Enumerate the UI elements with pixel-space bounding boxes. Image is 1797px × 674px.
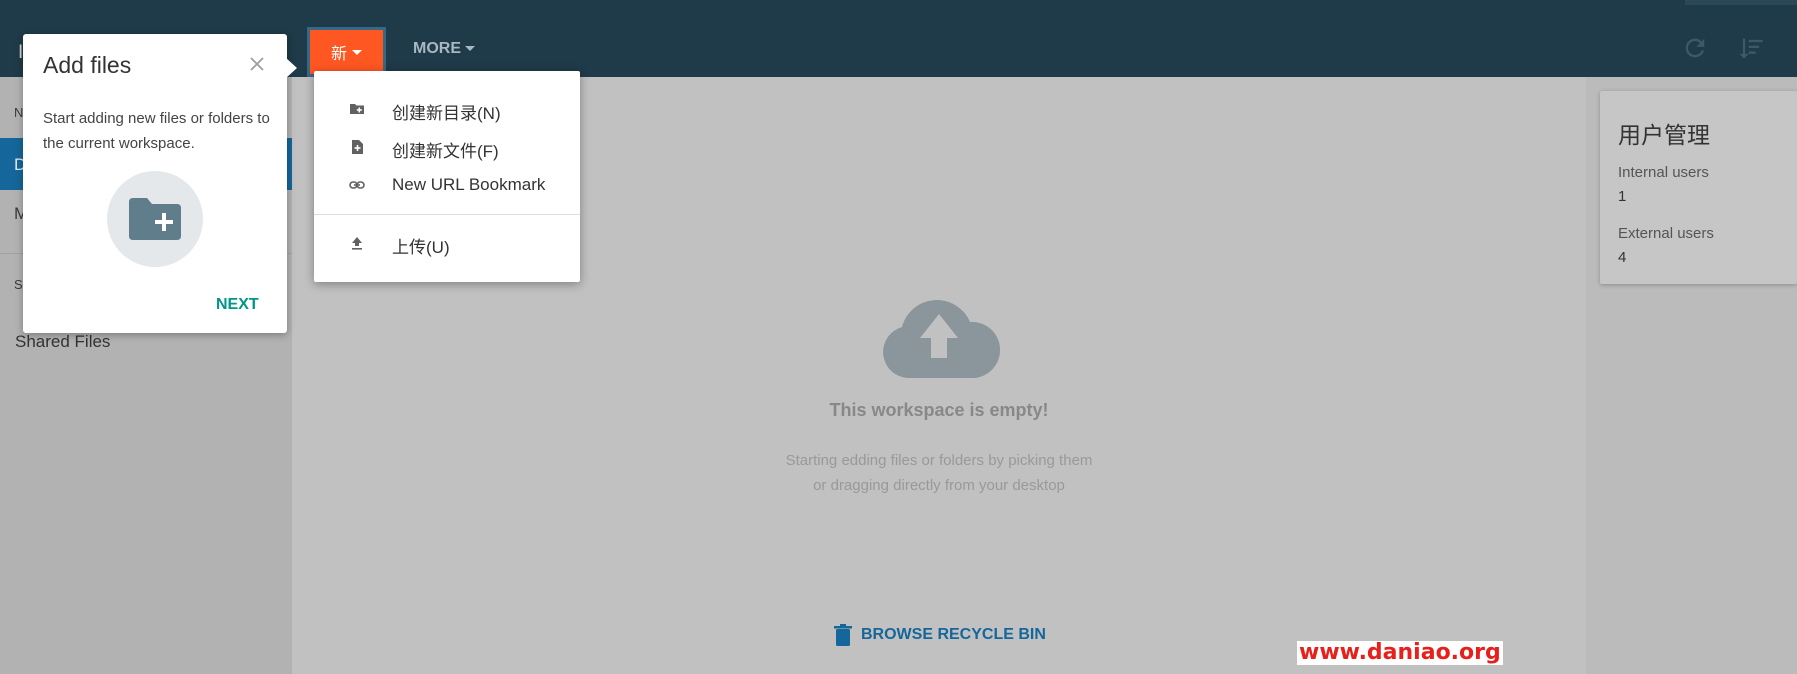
tour-pointer (286, 58, 297, 78)
sort-icon[interactable] (1737, 34, 1765, 62)
menu-item-upload-label: 上传(U) (392, 238, 450, 257)
new-dropdown-menu: 创建新目录(N) 创建新文件(F) New URL Bookmark 上传(U) (314, 71, 580, 282)
cloud-upload-icon (883, 300, 1000, 378)
menu-divider (314, 214, 580, 215)
more-button[interactable]: MORE (413, 40, 475, 58)
caret-down-icon (352, 49, 362, 55)
more-button-label: MORE (413, 40, 461, 57)
user-management-card: 用户管理 Internal users 1 External users 4 (1600, 91, 1797, 284)
watermark-text: www.daniao.org (1297, 640, 1503, 665)
sidebar-section-letter: N (14, 105, 24, 120)
internal-users-label: Internal users (1618, 164, 1709, 181)
internal-users-value: 1 (1618, 188, 1627, 205)
menu-item-upload[interactable]: 上传(U) (314, 225, 580, 261)
menu-item-url-bookmark[interactable]: New URL Bookmark (314, 167, 580, 203)
empty-state-text: Starting edding files or folders by pick… (700, 448, 1178, 498)
create-folder-icon (129, 198, 181, 240)
sidebar-section-letter-shared: S (14, 277, 23, 292)
external-users-value: 4 (1618, 249, 1627, 266)
link-icon (349, 181, 365, 189)
user-management-title: 用户管理 (1618, 122, 1710, 148)
empty-state-title: This workspace is empty! (829, 400, 1049, 420)
upload-icon (352, 237, 362, 250)
external-users-label: External users (1618, 225, 1714, 242)
sidebar-item-shared-files[interactable]: Shared Files (15, 332, 110, 352)
menu-item-create-file[interactable]: 创建新文件(F) (314, 129, 580, 165)
menu-item-create-file-label: 创建新文件(F) (392, 142, 499, 161)
menu-item-url-bookmark-label: New URL Bookmark (392, 175, 546, 194)
tour-popover: Add files Start adding new files or fold… (23, 34, 287, 333)
create-file-icon (352, 140, 363, 154)
tour-description: Start adding new files or folders to the… (43, 110, 270, 152)
browse-recycle-bin-label: BROWSE RECYCLE BIN (861, 626, 1046, 643)
top-corner-strip (1685, 0, 1797, 5)
caret-down-icon (465, 46, 475, 52)
menu-item-create-folder[interactable]: 创建新目录(N) (314, 91, 580, 127)
new-button-label: 新 (330, 46, 347, 63)
create-folder-icon (350, 104, 364, 114)
browse-recycle-bin-link[interactable]: BROWSE RECYCLE BIN (834, 624, 1046, 646)
empty-state-line1: Starting edding files or folders by pick… (785, 452, 1093, 469)
empty-state-line2: or dragging directly from your desktop (813, 477, 1065, 494)
tour-title: Add files (43, 52, 132, 78)
tour-next-button[interactable]: NEXT (216, 296, 259, 314)
trash-icon (834, 624, 852, 646)
tour-illustration (107, 171, 203, 267)
new-button[interactable]: 新 (307, 27, 386, 77)
refresh-icon[interactable] (1681, 34, 1709, 62)
close-icon[interactable] (245, 52, 269, 76)
menu-item-create-folder-label: 创建新目录(N) (392, 104, 501, 123)
